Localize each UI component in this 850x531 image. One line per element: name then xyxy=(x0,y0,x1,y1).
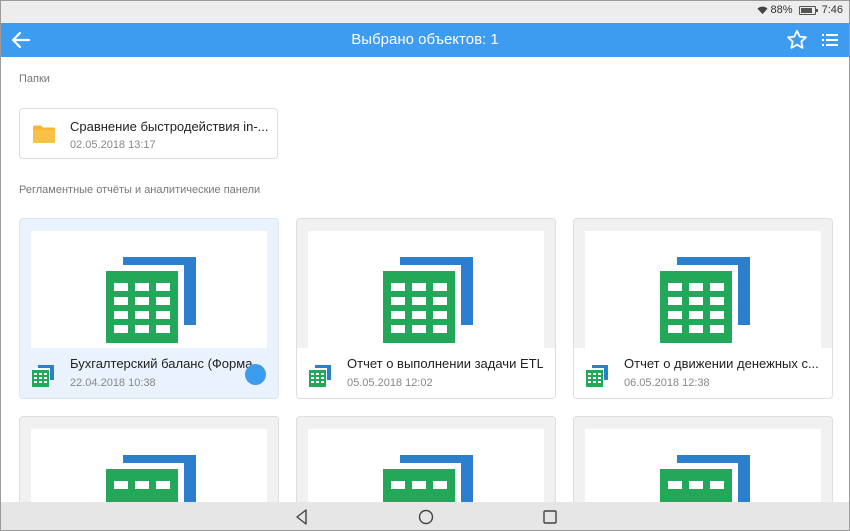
report-date: 05.05.2018 12:02 xyxy=(347,377,433,389)
report-thumbnail xyxy=(308,231,544,348)
folder-card[interactable]: Сравнение быстродействия in-... 02.05.20… xyxy=(19,108,278,159)
report-date: 06.05.2018 12:38 xyxy=(624,377,710,389)
system-nav-bar xyxy=(1,502,849,530)
report-card[interactable]: Бухгалтерский баланс (Форма... 22.04.201… xyxy=(19,218,279,399)
battery-icon xyxy=(798,5,818,15)
spreadsheet-icon xyxy=(106,257,196,343)
nav-back-icon[interactable] xyxy=(293,508,311,526)
report-thumbnail xyxy=(31,231,267,348)
nav-home-icon[interactable] xyxy=(417,508,435,526)
spreadsheet-icon xyxy=(32,365,54,387)
report-name: Бухгалтерский баланс (Форма... xyxy=(70,356,264,371)
status-time: 7:46 xyxy=(821,4,843,16)
battery-percent: 88% xyxy=(770,4,793,16)
spreadsheet-icon xyxy=(660,257,750,343)
report-name: Отчет о выполнении задачи ETL xyxy=(347,356,543,371)
report-info: Бухгалтерский баланс (Форма... 22.04.201… xyxy=(20,348,278,398)
spreadsheet-icon xyxy=(309,365,331,387)
page-title: Выбрано объектов: 1 xyxy=(351,31,499,48)
status-bar: 88% 7:46 xyxy=(1,1,849,23)
report-name: Отчет о движении денежных с... xyxy=(624,356,819,371)
folder-date: 02.05.2018 13:17 xyxy=(70,139,156,151)
selection-indicator[interactable] xyxy=(245,364,266,385)
spreadsheet-icon xyxy=(586,365,608,387)
battery-fill xyxy=(800,7,812,13)
list-icon[interactable] xyxy=(819,29,841,51)
folder-name: Сравнение быстродействия in-... xyxy=(70,119,269,134)
spreadsheet-icon xyxy=(383,257,473,343)
nav-recents-icon[interactable] xyxy=(541,508,559,526)
section-title-reports: Регламентные отчёты и аналитические пане… xyxy=(19,184,261,196)
report-info: Отчет о движении денежных с... 06.05.201… xyxy=(574,348,832,398)
folder-icon xyxy=(33,125,55,143)
status-indicators: 88% 7:46 xyxy=(757,4,843,16)
report-thumbnail xyxy=(585,231,821,348)
app-frame: 88% 7:46 Выбрано объектов: 1 Папки Сравн… xyxy=(0,0,850,531)
star-icon[interactable] xyxy=(785,28,809,52)
report-info: Отчет о выполнении задачи ETL 05.05.2018… xyxy=(297,348,555,398)
app-bar: Выбрано объектов: 1 xyxy=(1,23,849,57)
report-card[interactable]: Отчет о выполнении задачи ETL 05.05.2018… xyxy=(296,218,556,399)
report-date: 22.04.2018 10:38 xyxy=(70,377,156,389)
wifi-icon xyxy=(757,6,768,15)
report-card[interactable]: Отчет о движении денежных с... 06.05.201… xyxy=(573,218,833,399)
section-title-folders: Папки xyxy=(19,73,50,85)
